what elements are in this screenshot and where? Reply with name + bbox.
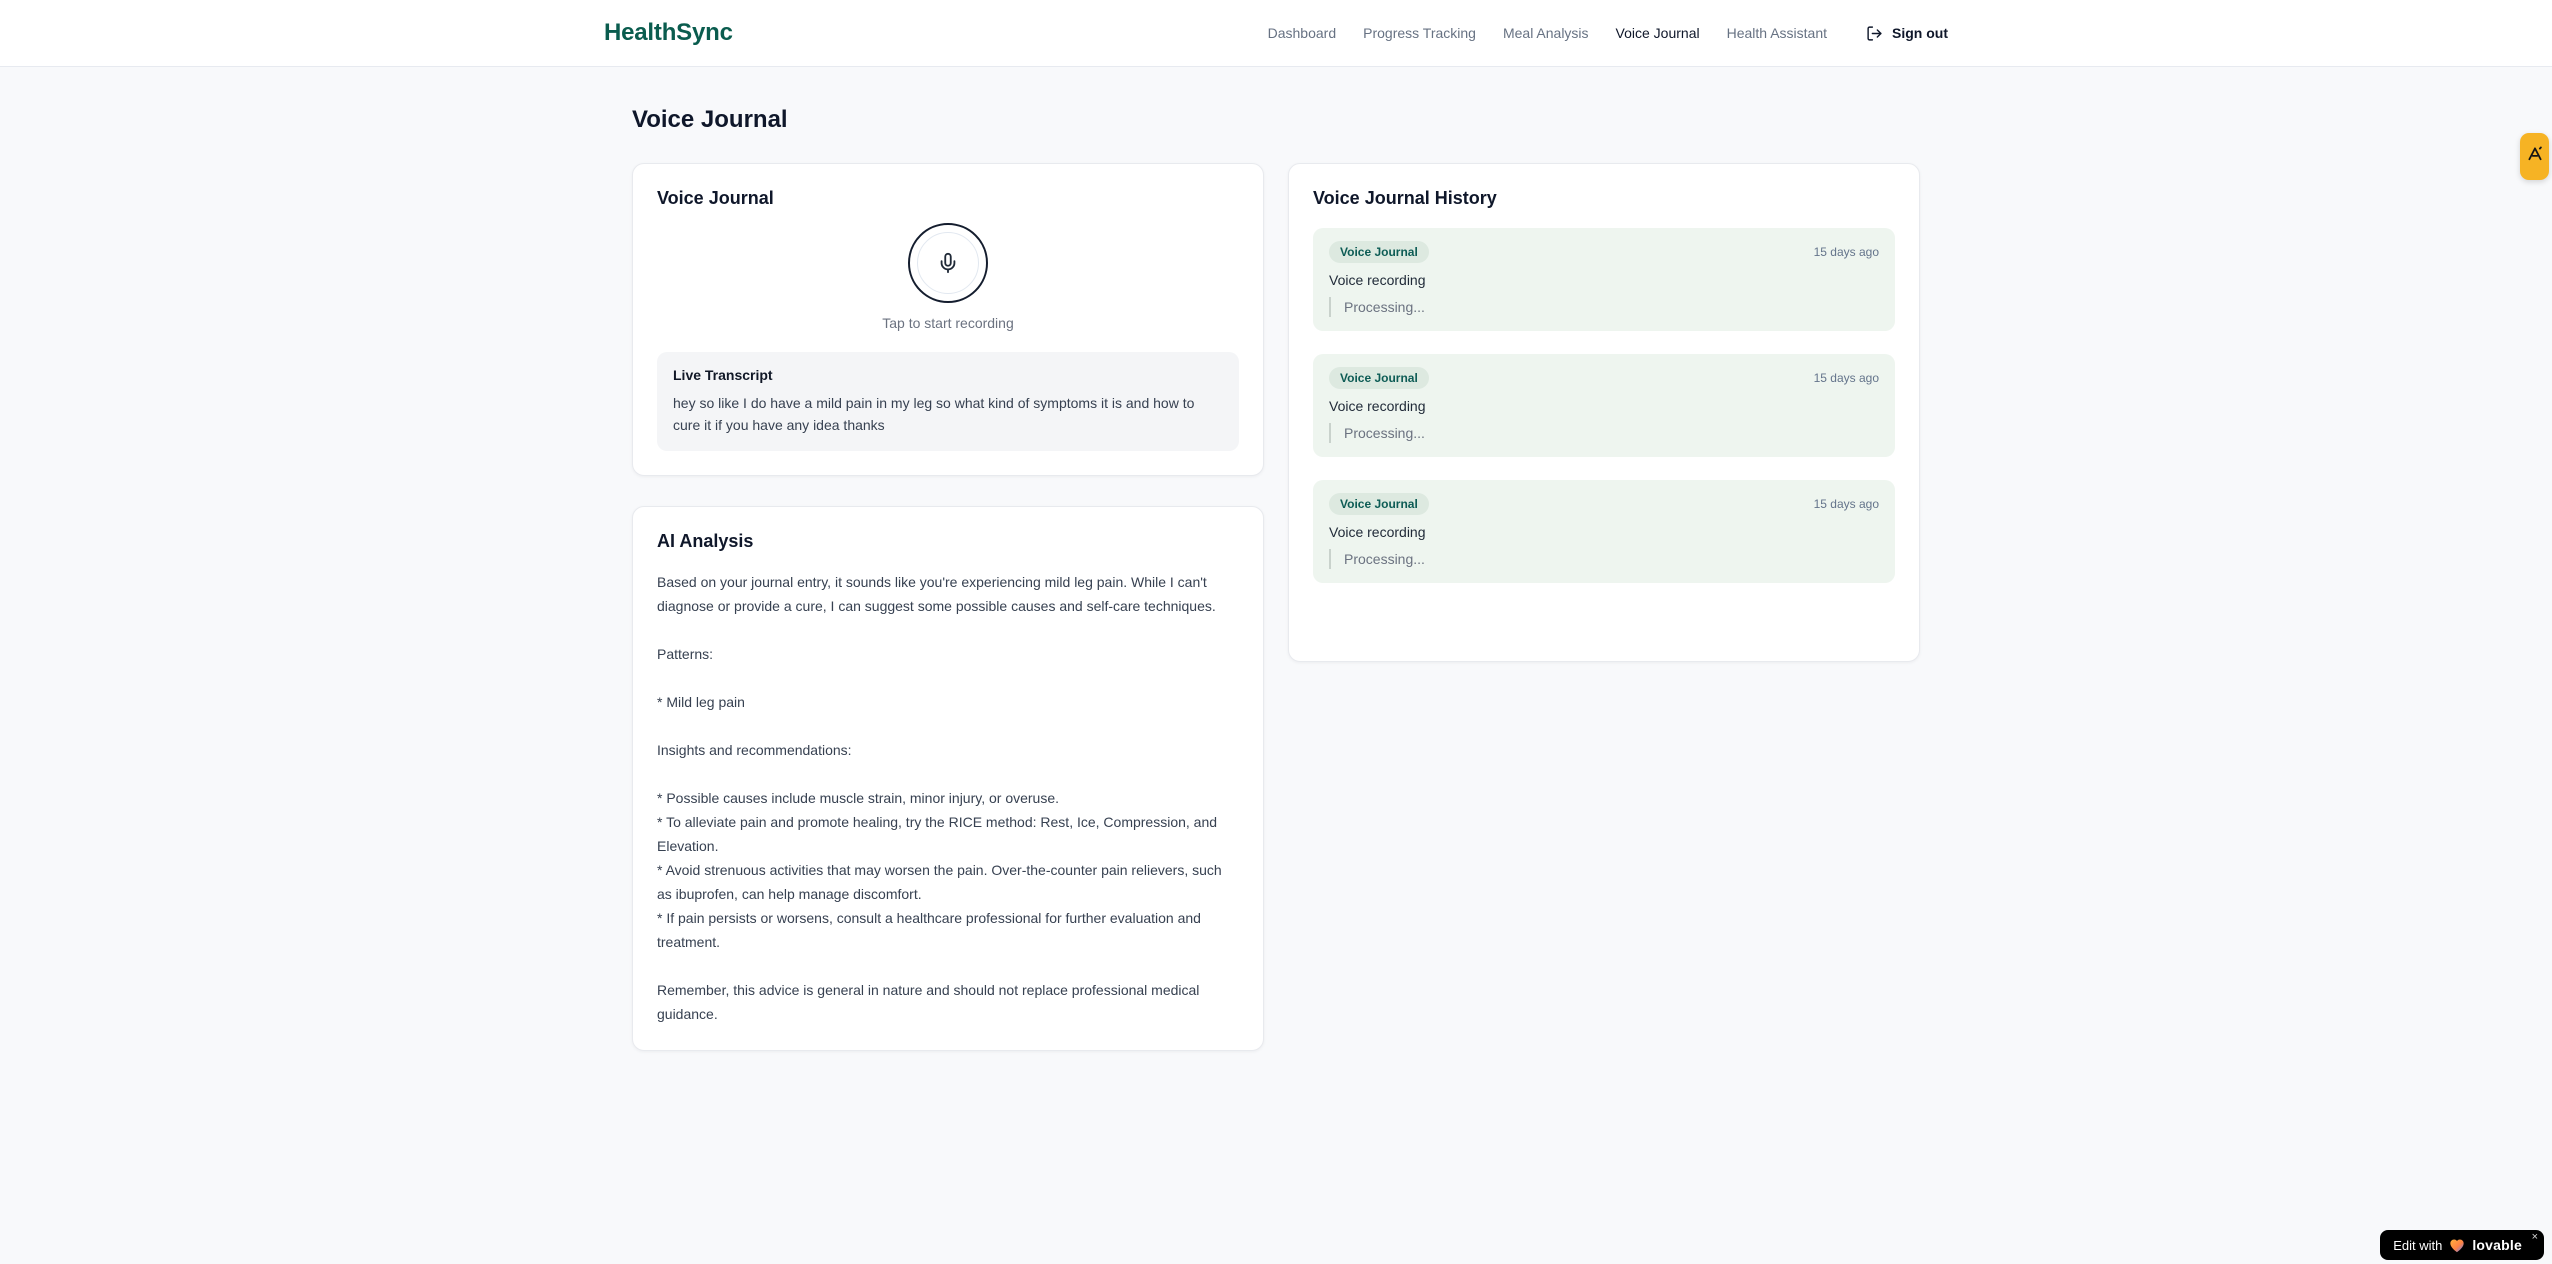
lovable-prefix: Edit with	[2393, 1237, 2443, 1253]
live-transcript-title: Live Transcript	[673, 367, 773, 383]
nav-links: Dashboard Progress Tracking Meal Analysi…	[1268, 25, 1948, 42]
history-entry[interactable]: Voice Journal 15 days ago Voice recordin…	[1313, 480, 1895, 583]
ai-analysis-text: Based on your journal entry, it sounds l…	[657, 574, 1222, 1022]
nav-progress-tracking[interactable]: Progress Tracking	[1363, 25, 1476, 41]
entry-status: Processing...	[1329, 423, 1879, 443]
main-content: Voice Journal Voice Journal Tap to start…	[632, 67, 1920, 1051]
history-entry[interactable]: Voice Journal 15 days ago Voice recordin…	[1313, 228, 1895, 331]
entry-timestamp: 15 days ago	[1813, 497, 1879, 511]
entry-type-badge: Voice Journal	[1329, 241, 1429, 263]
page-title: Voice Journal	[632, 106, 788, 133]
nav-dashboard[interactable]: Dashboard	[1268, 25, 1337, 41]
entry-status: Processing...	[1329, 549, 1879, 569]
live-transcript-text: hey so like I do have a mild pain in my …	[673, 395, 1195, 433]
microphone-icon	[917, 232, 979, 294]
history-entry[interactable]: Voice Journal 15 days ago Voice recordin…	[1313, 354, 1895, 457]
log-out-icon	[1866, 25, 1883, 42]
sign-out-label: Sign out	[1892, 25, 1948, 41]
voice-recorder-card: Voice Journal Tap to start recording Liv…	[632, 163, 1264, 476]
ai-analysis-title: AI Analysis	[657, 531, 754, 551]
nav-voice-journal[interactable]: Voice Journal	[1616, 25, 1700, 41]
recorder-card-title: Voice Journal	[657, 188, 774, 208]
entry-label: Voice recording	[1329, 398, 1426, 414]
entry-status: Processing...	[1329, 297, 1879, 317]
history-card: Voice Journal History Voice Journal 15 d…	[1288, 163, 1920, 662]
sign-out-button[interactable]: Sign out	[1866, 25, 1948, 42]
close-icon[interactable]: ×	[2532, 1232, 2538, 1243]
nav-meal-analysis[interactable]: Meal Analysis	[1503, 25, 1589, 41]
top-nav: HealthSync Dashboard Progress Tracking M…	[0, 0, 2552, 67]
nav-health-assistant[interactable]: Health Assistant	[1727, 25, 1827, 41]
feedback-side-tab[interactable]	[2520, 133, 2549, 180]
entry-timestamp: 15 days ago	[1813, 371, 1879, 385]
entry-type-badge: Voice Journal	[1329, 493, 1429, 515]
brand-logo[interactable]: HealthSync	[604, 19, 733, 47]
entry-label: Voice recording	[1329, 524, 1426, 540]
entry-timestamp: 15 days ago	[1813, 245, 1879, 259]
record-hint: Tap to start recording	[882, 315, 1014, 331]
heart-icon	[2449, 1238, 2465, 1253]
entry-label: Voice recording	[1329, 272, 1426, 288]
lovable-brand: lovable	[2472, 1237, 2522, 1253]
entry-type-badge: Voice Journal	[1329, 367, 1429, 389]
lovable-badge[interactable]: Edit with lovable ×	[2380, 1230, 2544, 1260]
record-button[interactable]	[908, 223, 988, 303]
live-transcript-box: Live Transcript hey so like I do have a …	[657, 352, 1239, 451]
history-card-title: Voice Journal History	[1313, 188, 1497, 208]
history-list: Voice Journal 15 days ago Voice recordin…	[1313, 228, 1895, 637]
amber-logo-icon	[2526, 145, 2544, 168]
ai-analysis-card: AI Analysis Based on your journal entry,…	[632, 506, 1264, 1051]
